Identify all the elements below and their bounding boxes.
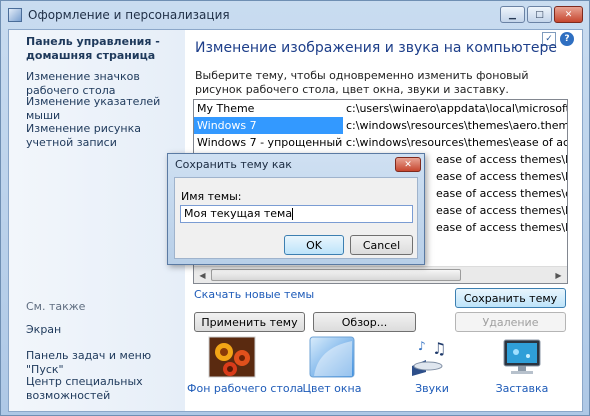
browse-button[interactable]: Обзор...	[313, 312, 416, 332]
change-account-picture-link[interactable]: Изменение рисунка учетной записи	[26, 122, 178, 150]
theme-row[interactable]: Windows 7 - упрощенный стиль c:\windows\…	[194, 134, 567, 151]
page-title: Изменение изображения и звука на компьют…	[195, 40, 557, 56]
theme-name: Windows 7	[194, 117, 343, 134]
dialog-title: Сохранить тему как	[175, 158, 292, 171]
desktop-background-label: Фон рабочего стола	[187, 382, 304, 395]
screensaver-icon	[498, 336, 546, 378]
help-icon[interactable]: ?	[560, 32, 574, 46]
desktop-background-item[interactable]: Фон рабочего стола	[187, 336, 304, 395]
window-color-item[interactable]: Цвет окна	[287, 336, 377, 395]
close-button[interactable]: ✕	[554, 6, 583, 23]
save-theme-button[interactable]: Сохранить тему	[455, 288, 566, 308]
get-more-themes-link[interactable]: Скачать новые темы	[194, 288, 314, 301]
desktop-background-icon	[208, 336, 256, 378]
screensaver-label: Заставка	[495, 382, 549, 395]
cancel-button[interactable]: Cancel	[350, 235, 413, 255]
theme-name-input-value: Моя текущая тема	[184, 207, 293, 220]
title-bar[interactable]: Оформление и персонализация ▁ □ ✕	[1, 1, 589, 29]
control-panel-home-link[interactable]: Панель управления - домашняя страница	[26, 35, 176, 63]
save-theme-dialog: Сохранить тему как ✕ Имя темы: Моя текущ…	[167, 153, 425, 265]
horizontal-scrollbar[interactable]: ◀ ▶	[194, 266, 567, 283]
taskbar-start-menu-link[interactable]: Панель задач и меню "Пуск"	[26, 349, 178, 377]
maximize-button[interactable]: □	[527, 6, 552, 23]
display-link[interactable]: Экран	[26, 323, 178, 337]
window-title: Оформление и персонализация	[28, 8, 230, 22]
screensaver-item[interactable]: Заставка	[477, 336, 567, 395]
sounds-label: Звуки	[415, 382, 449, 395]
window-color-label: Цвет окна	[302, 382, 362, 395]
change-desktop-icons-link[interactable]: Изменение значков рабочего стола	[26, 70, 178, 98]
svg-text:♪: ♪	[418, 339, 426, 353]
change-mouse-pointers-link[interactable]: Изменение указателей мыши	[26, 95, 178, 123]
control-panel-icon	[8, 8, 22, 22]
theme-name-input[interactable]: Моя текущая тема	[180, 205, 413, 223]
theme-path: ease of access themes\hcwhit	[436, 204, 567, 217]
theme-name-label: Имя темы:	[181, 190, 242, 203]
theme-name: My Theme	[197, 102, 255, 115]
sounds-item[interactable]: ♫ ♪ Звуки	[387, 336, 477, 395]
theme-path: ease of access themes\hcblac	[436, 221, 567, 234]
scroll-right-icon[interactable]: ▶	[550, 267, 567, 283]
remove-button[interactable]: Удаление	[455, 312, 566, 332]
window-color-icon	[308, 336, 356, 378]
dialog-body: Имя темы: Моя текущая тема OK Cancel	[174, 177, 418, 259]
scroll-left-icon[interactable]: ◀	[194, 267, 211, 283]
scrollbar-thumb[interactable]	[211, 269, 461, 281]
minimize-button[interactable]: ▁	[500, 6, 525, 23]
theme-path: ease of access themes\hc1.them	[436, 153, 567, 166]
theme-row-selected[interactable]: Windows 7 c:\windows\resources\themes\ae…	[194, 117, 567, 134]
theme-path: ease of access themes\classic	[436, 187, 567, 200]
ok-button[interactable]: OK	[284, 235, 344, 255]
personalization-window: Оформление и персонализация ▁ □ ✕ Панель…	[0, 0, 590, 416]
theme-path: c:\windows\resources\themes\aero.theme	[346, 119, 568, 132]
sounds-icon: ♫ ♪	[408, 336, 456, 378]
theme-name: Windows 7 - упрощенный стиль	[197, 136, 347, 149]
theme-path: c:\windows\resources\themes\ease of acce…	[346, 136, 567, 149]
left-pane: Панель управления - домашняя страница Из…	[9, 30, 185, 411]
apply-theme-button[interactable]: Применить тему	[194, 312, 305, 332]
see-also-heading: См. также	[26, 300, 86, 313]
theme-row[interactable]: My Theme c:\users\winaero\appdata\local\…	[194, 100, 567, 117]
theme-path: ease of access themes\hc2.them	[436, 170, 567, 183]
page-description: Выберите тему, чтобы одновременно измени…	[195, 69, 529, 96]
ease-of-access-center-link[interactable]: Центр специальных возможностей	[26, 375, 178, 403]
text-caret	[292, 208, 294, 220]
svg-text:♫: ♫	[432, 339, 446, 358]
theme-path: c:\users\winaero\appdata\local\microsoft…	[346, 102, 567, 115]
dialog-close-button[interactable]: ✕	[395, 157, 421, 172]
